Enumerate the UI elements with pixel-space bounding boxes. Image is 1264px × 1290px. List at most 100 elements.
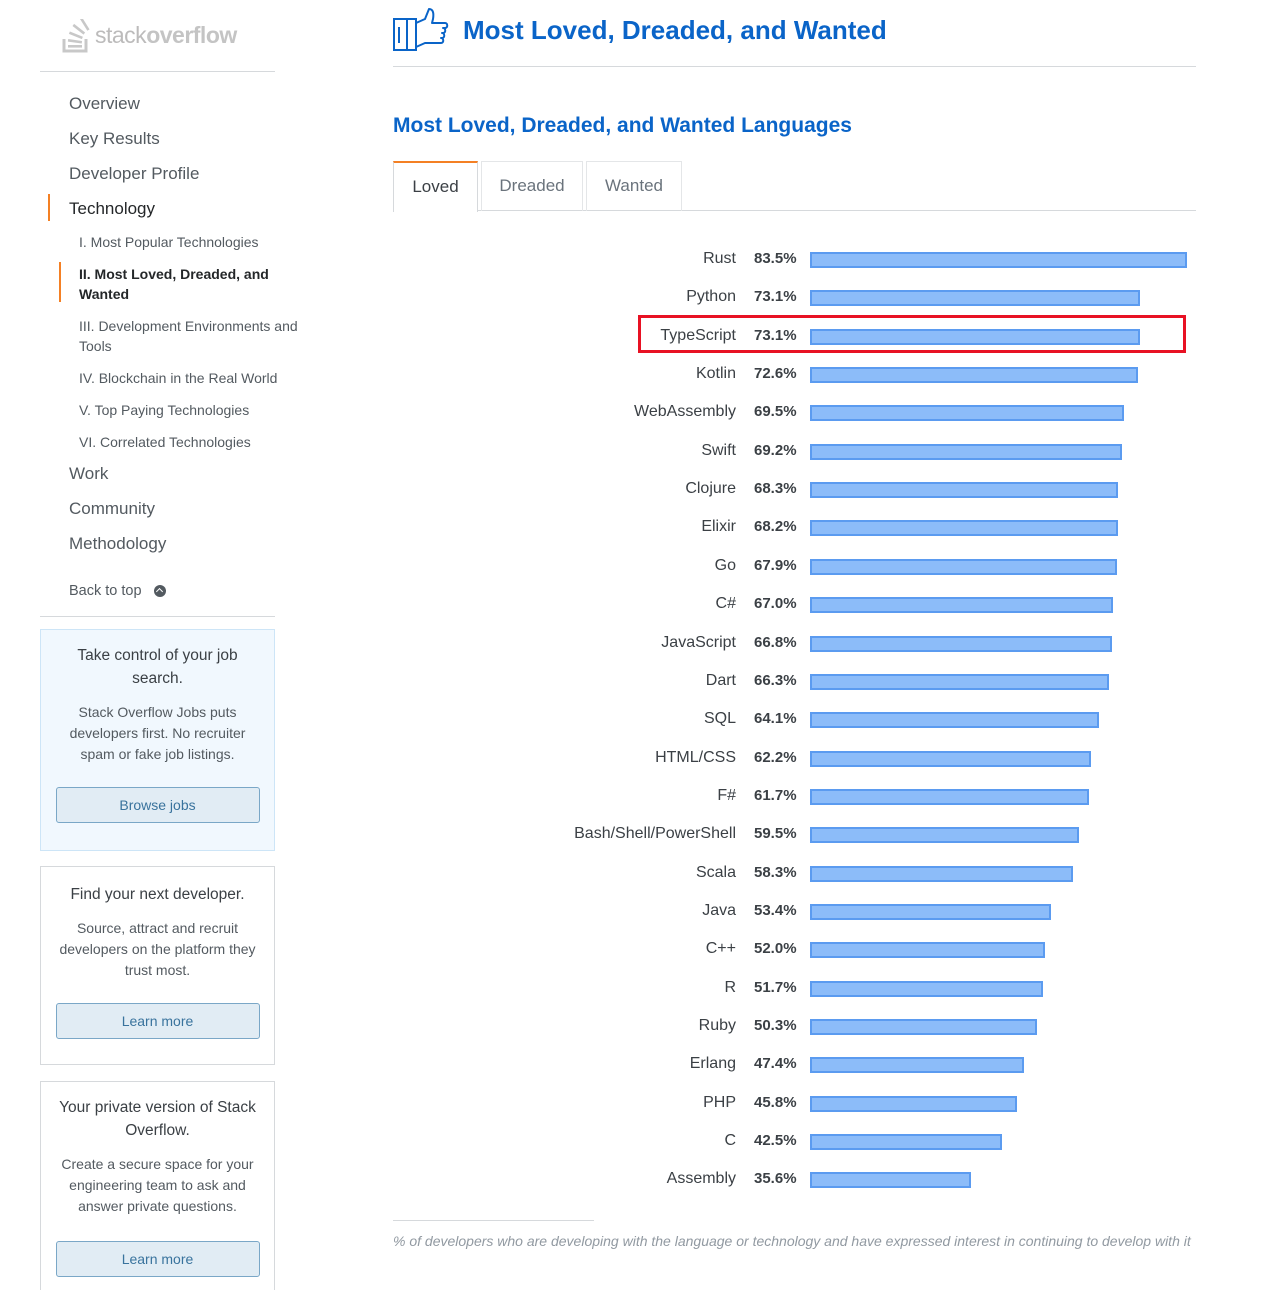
- chart-footnote: % of developers who are developing with …: [393, 1233, 1191, 1249]
- bar-value-label: 69.2%: [754, 441, 797, 459]
- sidebar-item-overview[interactable]: Overview: [40, 90, 275, 125]
- page-title: Most Loved, Dreaded, and Wanted: [463, 14, 887, 45]
- promo-teams-title: Your private version of Stack Overflow.: [59, 1099, 256, 1139]
- sidebar-item-work[interactable]: Work: [40, 460, 275, 495]
- tab-dreaded[interactable]: Dreaded: [481, 161, 583, 211]
- chart-row: C++ 52.0%: [393, 939, 1196, 959]
- chart-row: Scala 58.3%: [393, 863, 1196, 883]
- bar-value-label: 58.3%: [754, 863, 797, 881]
- bar-value-label: 45.8%: [754, 1093, 797, 1111]
- sidebar-nav: Overview Key Results Developer Profile Tech…: [40, 72, 275, 230]
- bar-label: R: [724, 978, 736, 996]
- chart-row: JavaScript 66.8%: [393, 633, 1196, 653]
- promo-dev-text: Source, attract and recruit developers o…: [59, 920, 256, 978]
- bar-label: Dart: [705, 671, 736, 689]
- tab-wanted[interactable]: Wanted: [586, 161, 682, 211]
- bar-value-label: 47.4%: [754, 1055, 797, 1073]
- bar-label: Java: [702, 901, 736, 919]
- sidebar-item-developer-profile[interactable]: Developer Profile: [40, 160, 275, 195]
- bar-value-label: 52.0%: [754, 940, 797, 958]
- bar-label: Assembly: [666, 1170, 736, 1188]
- thumbs-up-icon: [393, 8, 449, 51]
- chart-row: Java 53.4%: [393, 901, 1196, 921]
- sidebar-subitem-2[interactable]: II. Most Loved, Dreaded, and Wanted: [40, 258, 315, 310]
- bar-value-label: 35.6%: [754, 1170, 797, 1188]
- bar-label: TypeScript: [660, 326, 736, 344]
- chart-row: Clojure 68.3%: [393, 479, 1196, 499]
- bar-bash-shell-powershell: [810, 827, 1079, 844]
- bar-value-label: 83.5%: [754, 250, 797, 267]
- sidebar-subitem-6[interactable]: VI. Correlated Technologies: [40, 426, 315, 458]
- bar-sql: [810, 712, 1099, 729]
- stack-logo-icon: [62, 18, 90, 52]
- chart-row: Bash/Shell/PowerShell 59.5%: [393, 824, 1196, 844]
- bar-label: JavaScript: [661, 633, 736, 651]
- arrow-up-circle-icon: [153, 584, 166, 597]
- chart-row: WebAssembly 69.5%: [393, 402, 1196, 422]
- bar-value-label: 73.1%: [754, 288, 797, 306]
- sidebar-nav-more: Work Community Methodology: [40, 460, 275, 565]
- bar-value-label: 67.9%: [754, 556, 797, 574]
- bar-elixir: [810, 520, 1118, 537]
- bar-label: Ruby: [698, 1017, 736, 1034]
- promo-dev-title: Find your next developer.: [70, 886, 245, 903]
- bar-dart: [810, 673, 1109, 690]
- tab-loved[interactable]: Loved: [393, 161, 478, 212]
- bar-value-label: 64.1%: [754, 710, 797, 728]
- bar-label: Go: [714, 556, 736, 574]
- bar-label: WebAssembly: [634, 403, 736, 421]
- bar-value-label: 72.6%: [754, 365, 797, 383]
- sidebar-subnav: I. Most Popular Technologies II. Most Lov…: [40, 226, 298, 458]
- bar-assembly: [810, 1172, 971, 1189]
- bar-clojure: [810, 482, 1118, 499]
- sidebar-item-methodology[interactable]: Methodology: [40, 530, 275, 565]
- bar-value-label: 66.3%: [754, 671, 797, 689]
- sidebar-item-key-results[interactable]: Key Results: [40, 125, 275, 160]
- chart-row: C 42.5%: [393, 1131, 1196, 1151]
- bar-value-label: 61.7%: [754, 786, 797, 804]
- bar-label: Swift: [701, 441, 736, 459]
- loved-languages-chart: Rust 83.5% Python 73.1% TypeScript 73.1% Kotli…: [393, 211, 1196, 1211]
- bar-value-label: 59.5%: [754, 825, 797, 843]
- chart-row: R 51.7%: [393, 978, 1196, 998]
- sidebar-subitem-5[interactable]: V. Top Paying Technologies: [40, 394, 315, 426]
- bar-label: SQL: [703, 710, 736, 728]
- bar-label: C: [724, 1132, 736, 1150]
- bar-label: Scala: [695, 863, 736, 881]
- chart-row: Swift 69.2%: [393, 441, 1196, 461]
- chart-row: HTML/CSS 62.2%: [393, 748, 1196, 768]
- back-to-top-link[interactable]: Back to top: [40, 565, 275, 617]
- bar-label: Bash/Shell/PowerShell: [574, 825, 736, 843]
- sidebar-subitem-4[interactable]: IV. Blockchain in the Real World: [40, 362, 315, 394]
- sidebar-subitem-3[interactable]: III. Development Environments and Tools: [40, 310, 315, 362]
- sidebar-subitem-1[interactable]: I. Most Popular Technologies: [40, 226, 315, 258]
- bar-typescript: [810, 328, 1140, 345]
- chart-row: Dart 66.3%: [393, 671, 1196, 691]
- bar-webassembly: [810, 405, 1124, 422]
- section-title: Most Loved, Dreaded, and Wanted Language…: [393, 114, 852, 137]
- chart-tabs: Loved Dreaded Wanted: [393, 161, 1196, 212]
- logo-wordmark: stackoverflow: [95, 22, 237, 48]
- learn-more-talent-button[interactable]: Learn more: [55, 1003, 260, 1039]
- page-header: Most Loved, Dreaded, and Wanted: [393, 0, 1196, 67]
- browse-jobs-button[interactable]: Browse jobs: [55, 787, 260, 823]
- bar-f: [810, 788, 1089, 805]
- bar-value-label: 67.0%: [754, 595, 797, 613]
- chart-row: Go 67.9%: [393, 556, 1196, 576]
- bar-value-label: 68.2%: [754, 518, 797, 536]
- bar-c: [810, 942, 1045, 959]
- bar-html-css: [810, 750, 1091, 767]
- stackoverflow-logo[interactable]: stackoverflow: [40, 0, 275, 72]
- sidebar-item-community[interactable]: Community: [40, 495, 275, 530]
- bar-label: HTML/CSS: [655, 748, 736, 766]
- bar-r: [810, 980, 1043, 997]
- bar-value-label: 62.2%: [754, 748, 797, 766]
- bar-value-label: 42.5%: [754, 1132, 797, 1150]
- promo-teams: Your private version of Stack Overflow. …: [40, 1081, 275, 1290]
- sidebar-item-technology[interactable]: Technology: [40, 194, 275, 230]
- bar-php: [810, 1095, 1017, 1112]
- promo-jobs-title: Take control of your job search.: [77, 647, 238, 687]
- promo-teams-text: Create a secure space for your engineeri…: [61, 1156, 254, 1214]
- chart-row: Ruby 50.3%: [393, 1016, 1196, 1036]
- learn-more-teams-button[interactable]: Learn more: [55, 1241, 260, 1277]
